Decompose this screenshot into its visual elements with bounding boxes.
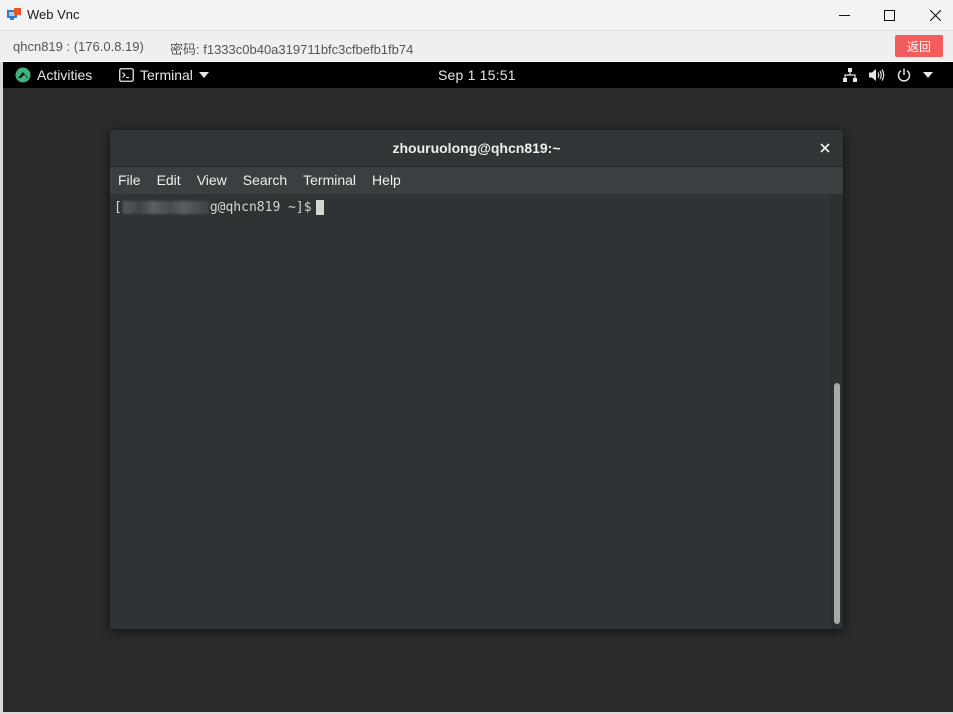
gnome-top-bar: Activities Terminal Sep 1 15:51 bbox=[3, 62, 953, 88]
vnc-password: 密码: f1333c0b40a319711bfc3cfbefb1fb74 bbox=[170, 42, 414, 57]
terminal-menubar: File Edit View Search Terminal Help bbox=[110, 167, 843, 194]
prompt-bracket: [ bbox=[114, 199, 122, 215]
vnc-remote-screen[interactable]: Activities Terminal Sep 1 15:51 zhouruol… bbox=[3, 62, 953, 712]
status-caret-down-icon bbox=[923, 72, 933, 78]
power-icon bbox=[897, 68, 911, 82]
app-menu-terminal[interactable]: Terminal bbox=[119, 62, 209, 88]
terminal-output-area[interactable]: [ g@qhcn819 ~]$ bbox=[110, 194, 843, 629]
terminal-window[interactable]: zhouruolong@qhcn819:~ File Edit View Sea… bbox=[110, 130, 843, 629]
network-icon bbox=[843, 68, 857, 82]
minimize-icon bbox=[838, 14, 850, 16]
caret-down-icon bbox=[198, 72, 209, 78]
activities-button[interactable]: Activities bbox=[15, 62, 92, 88]
close-icon bbox=[820, 143, 830, 153]
terminal-app-icon bbox=[119, 68, 134, 82]
activities-label: Activities bbox=[37, 67, 93, 83]
minimize-button[interactable] bbox=[821, 0, 867, 30]
close-window-button[interactable] bbox=[912, 0, 953, 30]
connection-info-bar: qhcn819 : (176.0.8.19) 密码: f1333c0b40a31… bbox=[0, 31, 953, 61]
prompt-text: g@qhcn819 ~]$ bbox=[209, 199, 312, 215]
text-cursor bbox=[315, 199, 324, 215]
scrollbar-thumb[interactable] bbox=[834, 383, 840, 624]
maximize-icon bbox=[883, 9, 895, 21]
clock[interactable]: Sep 1 15:51 bbox=[438, 62, 516, 88]
menu-edit[interactable]: Edit bbox=[149, 167, 189, 194]
app-menu-label: Terminal bbox=[140, 67, 193, 83]
window-title: Web Vnc bbox=[27, 7, 80, 22]
activities-logo-icon bbox=[15, 67, 31, 83]
back-button[interactable]: 返回 bbox=[895, 35, 943, 57]
menu-search[interactable]: Search bbox=[235, 167, 295, 194]
shell-prompt: [ g@qhcn819 ~]$ bbox=[114, 198, 324, 216]
redacted-username bbox=[122, 200, 209, 214]
system-status-menu[interactable] bbox=[843, 62, 933, 88]
menu-help[interactable]: Help bbox=[364, 167, 409, 194]
window-titlebar: Web Vnc bbox=[0, 0, 953, 31]
terminal-headerbar[interactable]: zhouruolong@qhcn819:~ bbox=[110, 130, 843, 167]
close-icon bbox=[929, 9, 941, 21]
terminal-title: zhouruolong@qhcn819:~ bbox=[392, 140, 561, 156]
terminal-close-button[interactable] bbox=[815, 138, 835, 158]
menu-terminal[interactable]: Terminal bbox=[295, 167, 364, 194]
maximize-button[interactable] bbox=[866, 0, 912, 30]
web-vnc-app-icon bbox=[7, 8, 21, 20]
volume-icon bbox=[869, 69, 885, 81]
host-address: qhcn819 : (176.0.8.19) bbox=[13, 39, 144, 54]
menu-view[interactable]: View bbox=[189, 167, 235, 194]
menu-file[interactable]: File bbox=[110, 167, 149, 194]
